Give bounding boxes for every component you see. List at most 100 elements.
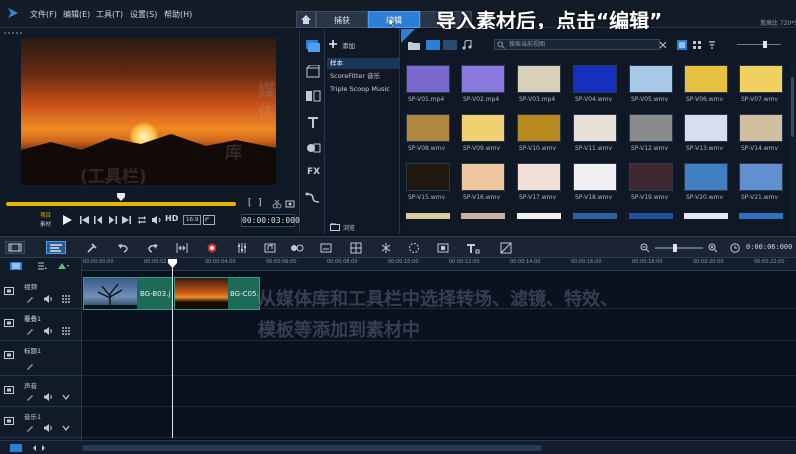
media-thumbnail[interactable]: SP-V02.mp4 (461, 65, 505, 103)
media-thumbnail[interactable]: SP-V19.wmv (629, 163, 673, 201)
multi-camera-icon[interactable] (350, 242, 362, 254)
volume-icon[interactable] (151, 215, 162, 225)
track-mute-icon[interactable] (44, 327, 53, 335)
undo-icon[interactable] (117, 242, 129, 254)
mark-out-button[interactable]: ] (258, 198, 262, 208)
redo-icon[interactable] (147, 242, 159, 254)
zoom-in-icon[interactable] (708, 243, 718, 253)
track-mute-icon[interactable] (44, 424, 53, 432)
media-thumbnail[interactable]: SP-V17.wmv (517, 163, 561, 201)
media-thumbnail[interactable]: SP-V15.wmv (406, 163, 450, 201)
timeline-playhead[interactable] (172, 262, 173, 438)
graphics-icon[interactable] (305, 141, 321, 155)
media-thumbnail[interactable]: SP-V21.wmv (739, 163, 783, 201)
browse-label[interactable]: 浏览 (343, 223, 355, 232)
aspect-ratio-button[interactable]: 16:9 (183, 215, 202, 225)
media-thumbnail-partial[interactable] (461, 213, 505, 219)
snapshot-icon[interactable] (285, 199, 295, 209)
media-thumbnail[interactable]: SP-V07.wmv (739, 65, 783, 103)
scrub-bar[interactable] (6, 202, 236, 206)
track-expand-icon[interactable] (62, 393, 70, 401)
instant-project-icon[interactable] (305, 65, 321, 79)
track-add-icon[interactable] (58, 262, 70, 270)
library-folder-triple-scoop[interactable]: Triple Scoop Music (327, 84, 399, 95)
media-thumbnail[interactable]: SP-V01.mp4 (406, 65, 450, 103)
track-lane[interactable] (82, 341, 796, 376)
hd-button[interactable]: HD (165, 214, 178, 223)
transition-icon[interactable] (305, 89, 321, 103)
import-folder-icon[interactable] (408, 40, 420, 50)
track-header[interactable]: 视频 (0, 277, 82, 309)
media-thumbnail[interactable]: SP-V10.wmv (517, 114, 561, 152)
timeline-clip-1[interactable]: BG-B03.j (83, 277, 173, 310)
media-thumbnail-partial[interactable] (406, 213, 450, 219)
repeat-icon[interactable] (137, 215, 147, 225)
track-ripple-icon[interactable] (62, 295, 70, 303)
timecode-display[interactable]: 00:00:03:000 (241, 214, 300, 227)
menu-file[interactable]: 文件(F) (30, 9, 57, 20)
zoom-out-icon[interactable] (640, 243, 650, 253)
media-thumbnail[interactable]: SP-V04.wmv (573, 65, 617, 103)
media-thumbnail[interactable]: SP-V03.mp4 (517, 65, 561, 103)
track-lane[interactable] (82, 376, 796, 407)
timeline-view-button[interactable] (46, 241, 66, 254)
chapter-point-icon[interactable] (36, 262, 48, 270)
clear-search-icon[interactable] (659, 41, 667, 49)
show-video-toggle[interactable] (426, 40, 440, 50)
3d-title-icon[interactable] (466, 242, 480, 254)
filter-fx-button[interactable]: FX (307, 167, 320, 177)
next-frame-icon[interactable] (108, 216, 117, 224)
track-header[interactable]: 覆叠1 (0, 309, 82, 341)
time-remap-icon[interactable] (380, 242, 392, 254)
auto-music-icon[interactable] (264, 242, 276, 254)
media-thumbnail[interactable]: SP-V14.wmv (739, 114, 783, 152)
record-icon[interactable] (206, 242, 218, 254)
track-edit-icon[interactable] (26, 295, 34, 303)
media-thumbnail[interactable]: SP-V09.wmv (461, 114, 505, 152)
media-thumbnail[interactable]: SP-V12.wmv (629, 114, 673, 152)
mode-project-label[interactable]: 项目 (40, 211, 51, 219)
storyboard-view-button[interactable] (5, 241, 25, 254)
menu-help[interactable]: 帮助(H) (164, 9, 192, 20)
track-manager-icon[interactable] (10, 262, 22, 270)
previous-frame-icon[interactable] (94, 216, 103, 224)
media-thumbnail[interactable]: SP-V06.wmv (684, 65, 728, 103)
scrub-handle-icon[interactable] (117, 193, 125, 201)
sound-mixer-icon[interactable] (236, 242, 248, 254)
media-thumbnail[interactable]: SP-V18.wmv (573, 163, 617, 201)
timeline-clip-2[interactable]: BG-C05.j (174, 277, 260, 310)
menu-edit[interactable]: 编辑(E) (63, 9, 90, 20)
track-mute-icon[interactable] (44, 295, 53, 303)
tab-capture[interactable]: 捕获 (316, 11, 368, 28)
track-lane[interactable] (82, 407, 796, 438)
track-edit-icon[interactable] (26, 327, 34, 335)
title-icon[interactable] (305, 115, 321, 129)
track-header[interactable]: 音乐1 (0, 407, 82, 438)
track-expand-icon[interactable] (62, 424, 70, 432)
show-audio-icon[interactable] (461, 40, 473, 50)
mark-in-button[interactable]: [ (248, 198, 252, 208)
scissors-icon[interactable] (272, 199, 282, 209)
add-folder-label[interactable]: 添加 (342, 40, 355, 50)
enlarge-icon[interactable] (203, 215, 215, 225)
mask-creator-icon[interactable] (408, 242, 420, 254)
track-header[interactable]: 标题1 (0, 341, 82, 376)
timeline-ruler[interactable]: 00:00:00:00 00:00:02:00 00:00:04:00 00:00:0… (82, 258, 796, 271)
menu-tools[interactable]: 工具(T) (96, 9, 123, 20)
path-icon[interactable] (305, 191, 321, 205)
library-folder-samples[interactable]: 样本 (327, 58, 399, 69)
zoom-slider[interactable] (655, 247, 703, 249)
menu-settings[interactable]: 设置(S) (130, 9, 157, 20)
tools-icon[interactable] (86, 242, 98, 254)
media-thumbnail[interactable]: SP-V20.wmv (684, 163, 728, 201)
media-thumbnail-partial[interactable] (629, 213, 673, 219)
thumbnail-size-slider-handle[interactable] (763, 41, 767, 48)
mode-clip-label[interactable]: 素材 (40, 220, 51, 228)
media-thumbnail[interactable]: SP-V05.wmv (629, 65, 673, 103)
track-ripple-icon[interactable] (62, 327, 70, 335)
search-input[interactable]: 搜索当前视图 (494, 39, 660, 50)
motion-tracking-icon[interactable] (290, 242, 304, 254)
stop-motion-icon[interactable] (437, 242, 449, 254)
go-to-end-icon[interactable] (122, 216, 131, 224)
sort-icon[interactable] (707, 40, 717, 50)
